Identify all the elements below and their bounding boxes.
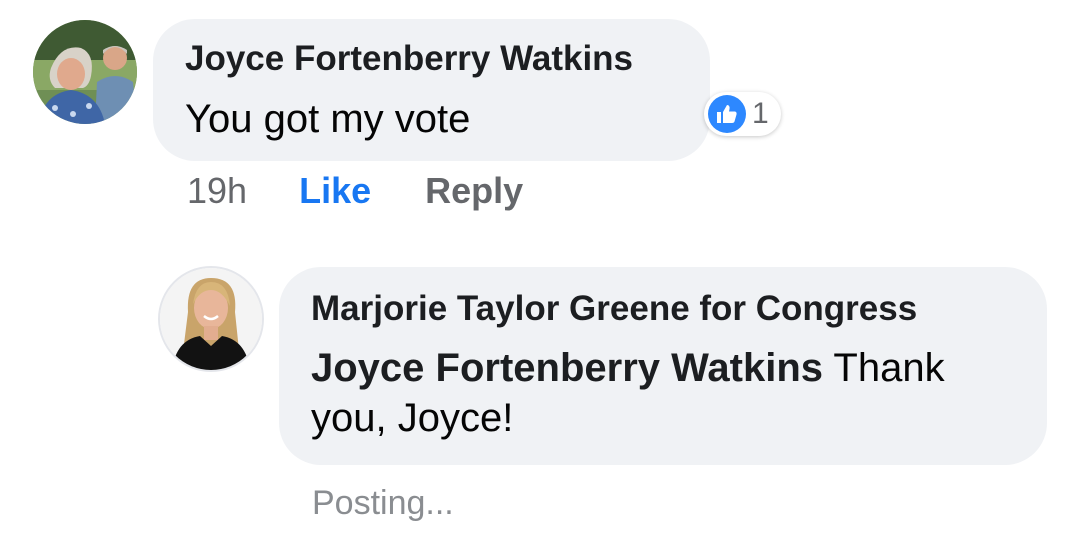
reply-mention-link[interactable]: Joyce Fortenberry Watkins: [311, 346, 823, 390]
reply-avatar-photo: [160, 268, 262, 370]
reply-text: Joyce Fortenberry Watkins Thank you, Joy…: [311, 343, 1031, 443]
comment-timestamp[interactable]: 19h: [187, 170, 247, 212]
posting-status: Posting...: [312, 484, 454, 522]
reply-bubble: Marjorie Taylor Greene for Congress Joyc…: [279, 267, 1047, 465]
comment-actions: 19h Like Reply: [187, 168, 523, 214]
like-button[interactable]: Like: [299, 170, 371, 212]
reply-button[interactable]: Reply: [425, 170, 523, 212]
reaction-summary[interactable]: 1: [704, 92, 781, 136]
joyce-avatar[interactable]: [33, 20, 137, 124]
reaction-count: 1: [752, 97, 769, 130]
joyce-avatar-photo: [33, 20, 137, 124]
comment-text: You got my vote: [185, 97, 471, 141]
comment-bubble: Joyce Fortenberry Watkins You got my vot…: [153, 19, 710, 161]
reply-author-avatar[interactable]: [160, 268, 262, 370]
comment-author-name[interactable]: Joyce Fortenberry Watkins: [185, 39, 633, 79]
thumbs-up-icon: [708, 95, 746, 133]
reply-author-name[interactable]: Marjorie Taylor Greene for Congress: [311, 289, 917, 329]
